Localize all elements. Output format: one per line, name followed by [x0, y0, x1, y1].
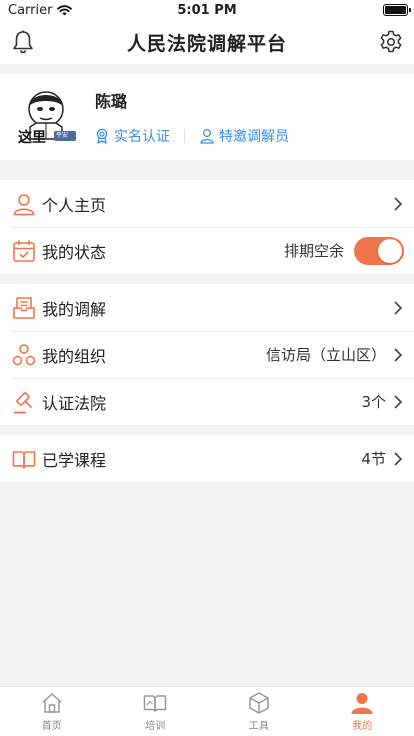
organization-icon [12, 343, 36, 367]
realname-tag[interactable]: 实名认证 [94, 126, 170, 146]
gear-icon [380, 30, 402, 53]
profile-name: 陈璐 [95, 92, 128, 111]
status-bar: Carrier 5:01 PM [0, 0, 414, 20]
chevron-right-icon [394, 300, 403, 315]
gavel-icon [12, 390, 36, 414]
menu-item-homepage[interactable]: 个人主页 [0, 180, 414, 227]
book-icon [12, 447, 36, 471]
tab-label: 工具 [248, 721, 269, 732]
status-value: 排期空余 [283, 242, 344, 260]
menu-item-label: 我的组织 [42, 346, 107, 366]
court-count: 3个 [361, 393, 386, 411]
tab-label: 培训 [145, 721, 166, 732]
menu-item-mediation[interactable]: 我的调解 [0, 284, 414, 331]
cube-icon [249, 692, 269, 714]
user-icon [200, 128, 214, 144]
menu-item-label: 已学课程 [42, 450, 107, 470]
person-icon [12, 192, 36, 216]
tab-tools[interactable]: 工具 [207, 687, 311, 736]
settings-button[interactable] [378, 29, 404, 55]
document-icon [12, 296, 36, 320]
invited-mediator-tag-label: 特邀调解员 [219, 129, 289, 145]
tab-bar: 首页 培训 工具 我的 [0, 686, 414, 736]
organization-value: 信访局（立山区） [265, 346, 386, 364]
calendar-icon [12, 239, 36, 263]
wifi-icon [57, 4, 73, 15]
menu-item-courses[interactable]: 已学课程 4节 [0, 435, 414, 482]
chevron-right-icon [394, 347, 403, 362]
profile-info: 陈璐 实名认证 特邀调解员 [94, 88, 289, 146]
tab-training[interactable]: 培训 [104, 687, 208, 736]
menu-item-court[interactable]: 认证法院 3个 [0, 378, 414, 425]
person-filled-icon [351, 693, 373, 714]
tab-label: 首页 [41, 721, 62, 732]
chevron-right-icon [394, 451, 403, 466]
avatar[interactable]: 这里 平安 [16, 85, 80, 149]
invited-mediator-tag[interactable]: 特邀调解员 [199, 126, 289, 146]
tab-label: 我的 [352, 721, 373, 732]
chevron-right-icon [394, 394, 403, 409]
notification-button[interactable] [10, 29, 36, 55]
carrier-label: Carrier [8, 2, 53, 18]
menu-item-label: 认证法院 [42, 393, 107, 413]
bell-icon [13, 30, 33, 54]
tab-mine[interactable]: 我的 [311, 687, 414, 736]
menu-group-personal: 个人主页 我的状态 排期空余 [0, 180, 414, 274]
menu-item-label: 我的状态 [42, 242, 107, 262]
avatar-badge: 平安 [56, 132, 69, 139]
menu-item-label: 个人主页 [42, 195, 107, 215]
profile-card[interactable]: 这里 平安 陈璐 实名认证 特邀调解员 [0, 74, 414, 160]
tag-divider [184, 129, 185, 143]
realname-tag-label: 实名认证 [114, 129, 170, 145]
open-book-icon [144, 695, 167, 712]
page-title: 人民法院调解平台 [126, 32, 287, 55]
menu-group-work: 我的调解 我的组织 信访局（立山区） 认证法院 3个 [0, 284, 414, 425]
certificate-icon [96, 128, 108, 144]
home-icon [42, 693, 62, 713]
menu-item-status: 我的状态 排期空余 [0, 227, 414, 274]
tab-home[interactable]: 首页 [0, 687, 104, 736]
courses-count: 4节 [361, 450, 386, 468]
profile-tags: 实名认证 特邀调解员 [94, 126, 289, 146]
status-toggle[interactable] [354, 236, 404, 265]
battery-icon [383, 4, 411, 16]
status-left: Carrier [8, 2, 73, 18]
menu-item-organization[interactable]: 我的组织 信访局（立山区） [0, 331, 414, 378]
avatar-caption: 这里 [18, 130, 46, 146]
chevron-right-icon [394, 196, 403, 211]
menu-item-label: 我的调解 [42, 299, 107, 319]
nav-bar: 人民法院调解平台 [0, 20, 414, 64]
menu-group-learning: 已学课程 4节 [0, 435, 414, 482]
